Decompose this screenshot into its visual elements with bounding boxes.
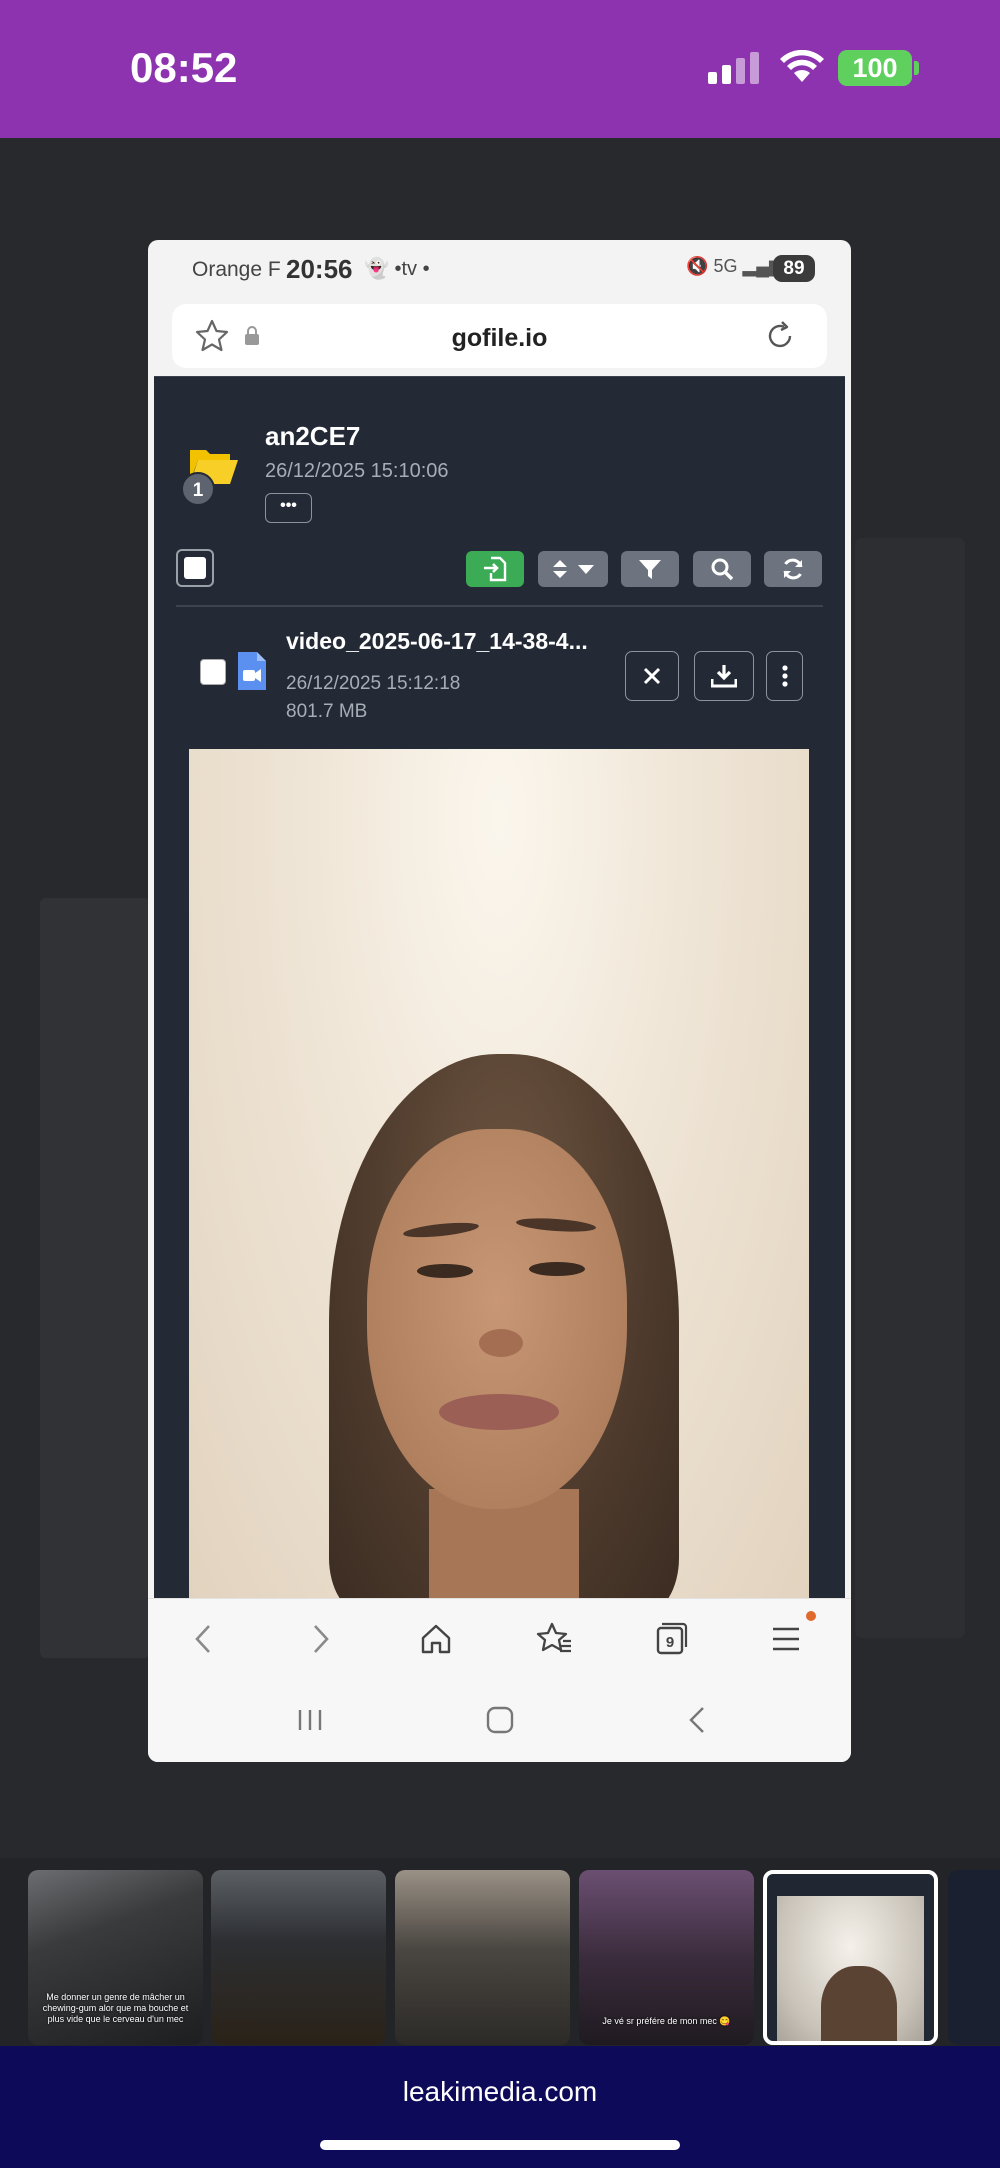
system-back-icon[interactable]	[680, 1702, 716, 1738]
video-lips	[439, 1394, 559, 1430]
android-battery: 89	[773, 255, 815, 282]
download-icon	[711, 665, 737, 688]
sort-icon	[553, 560, 594, 578]
tabs-icon[interactable]: 9	[650, 1619, 690, 1659]
video-preview[interactable]	[189, 749, 809, 1598]
refresh-icon	[783, 558, 803, 580]
thumbnail-caption: Me donner un genre de mâcher un chewing-…	[42, 1992, 189, 2024]
file-import-icon	[484, 556, 507, 582]
search-button[interactable]	[693, 551, 751, 587]
home-icon[interactable]	[416, 1619, 456, 1659]
video-subject-face	[367, 1129, 627, 1509]
download-button[interactable]	[694, 651, 754, 701]
url-text[interactable]: gofile.io	[172, 324, 827, 353]
thumbnail-preview	[777, 1896, 924, 2041]
footer-watermark-bar: leakimedia.com	[0, 2046, 1000, 2168]
blurred-panel-right	[855, 538, 965, 1638]
ios-time: 08:52	[130, 44, 238, 91]
thumbnail-face	[821, 1966, 897, 2041]
browser-nav-bar: 9	[148, 1598, 851, 1678]
ios-status-bar: 08:52 100	[0, 0, 1000, 138]
site-watermark: leakimedia.com	[402, 2076, 598, 2107]
thumbnail[interactable]: Me donner un genre de mâcher un chewing-…	[28, 1870, 203, 2045]
forward-icon[interactable]	[300, 1619, 340, 1659]
svg-text:9: 9	[666, 1634, 674, 1651]
file-date: 26/12/2025 15:12:18	[286, 673, 461, 694]
file-checkbox[interactable]	[200, 659, 226, 685]
snapchat-icon: 👻	[364, 258, 389, 280]
toolbar-divider	[176, 605, 823, 607]
import-button[interactable]	[466, 551, 524, 587]
android-status-bar: Orange F 20:56 👻 •tv • 🔇 5G ▂▄▆ 89	[148, 240, 851, 300]
select-all-checkbox[interactable]	[176, 549, 214, 587]
cellular-signal-icon	[708, 52, 759, 84]
android-time: 20:56	[286, 254, 353, 284]
thumbnail-strip: Me donner un genre de mâcher un chewing-…	[0, 1860, 1000, 2046]
search-icon	[711, 558, 734, 581]
file-size: 801.7 MB	[286, 701, 368, 722]
thumbnail[interactable]	[395, 1870, 570, 2045]
filter-icon	[639, 560, 661, 579]
thumbnail-caption: Je vé sr préfére de mon mec 😋	[602, 2016, 731, 2026]
video-eye-left	[417, 1264, 473, 1278]
folder-date: 26/12/2025 15:10:06	[265, 460, 449, 482]
address-bar[interactable]: gofile.io	[172, 304, 827, 368]
notification-icons: 👻 •tv •	[364, 256, 430, 281]
carrier-label: Orange F	[192, 258, 281, 281]
gofile-page: 1 an2CE7 26/12/2025 15:10:06 ••• video_2…	[154, 376, 845, 1598]
video-file-icon	[238, 652, 266, 690]
reload-icon[interactable]	[762, 318, 798, 354]
vertical-dots-icon	[781, 665, 788, 687]
battery-indicator: 100	[838, 50, 912, 86]
thumbnail[interactable]: Je vé sr préfére de mon mec 😋	[579, 1870, 754, 2045]
folder-name: an2CE7	[265, 421, 361, 451]
notification-text: •tv •	[394, 258, 430, 280]
folder-more-button[interactable]: •••	[265, 493, 312, 523]
home-button-icon[interactable]	[482, 1702, 518, 1738]
sort-button[interactable]	[538, 551, 608, 587]
bookmarks-icon[interactable]	[534, 1619, 574, 1659]
refresh-button[interactable]	[764, 551, 822, 587]
android-nav-bar	[148, 1678, 851, 1762]
thumbnail[interactable]	[211, 1870, 386, 2045]
page-divider	[154, 376, 845, 377]
mute-icon: 🔇	[686, 256, 709, 276]
thumbnail[interactable]	[948, 1870, 1000, 2045]
back-icon[interactable]	[184, 1619, 224, 1659]
system-icons: 🔇 5G ▂▄▆	[686, 256, 783, 277]
file-menu-button[interactable]	[766, 651, 803, 701]
filter-button[interactable]	[621, 551, 679, 587]
close-preview-button[interactable]	[625, 651, 679, 701]
battery-nub	[914, 61, 919, 75]
menu-icon[interactable]	[766, 1619, 806, 1659]
phone-screenshot-card[interactable]: Orange F 20:56 👻 •tv • 🔇 5G ▂▄▆ 89 gofil…	[148, 240, 851, 1762]
home-indicator[interactable]	[320, 2140, 680, 2150]
folder-count-badge: 1	[181, 472, 215, 506]
close-icon	[643, 667, 661, 685]
video-eye-right	[529, 1262, 585, 1276]
video-nose	[479, 1329, 523, 1357]
file-name[interactable]: video_2025-06-17_14-38-4...	[286, 628, 606, 655]
network-type: 5G	[713, 256, 738, 276]
recent-apps-icon[interactable]	[292, 1702, 328, 1738]
blurred-panel-left	[40, 898, 150, 1658]
wifi-icon	[780, 50, 824, 82]
notification-dot	[806, 1611, 816, 1621]
thumbnail-selected[interactable]	[763, 1870, 938, 2045]
